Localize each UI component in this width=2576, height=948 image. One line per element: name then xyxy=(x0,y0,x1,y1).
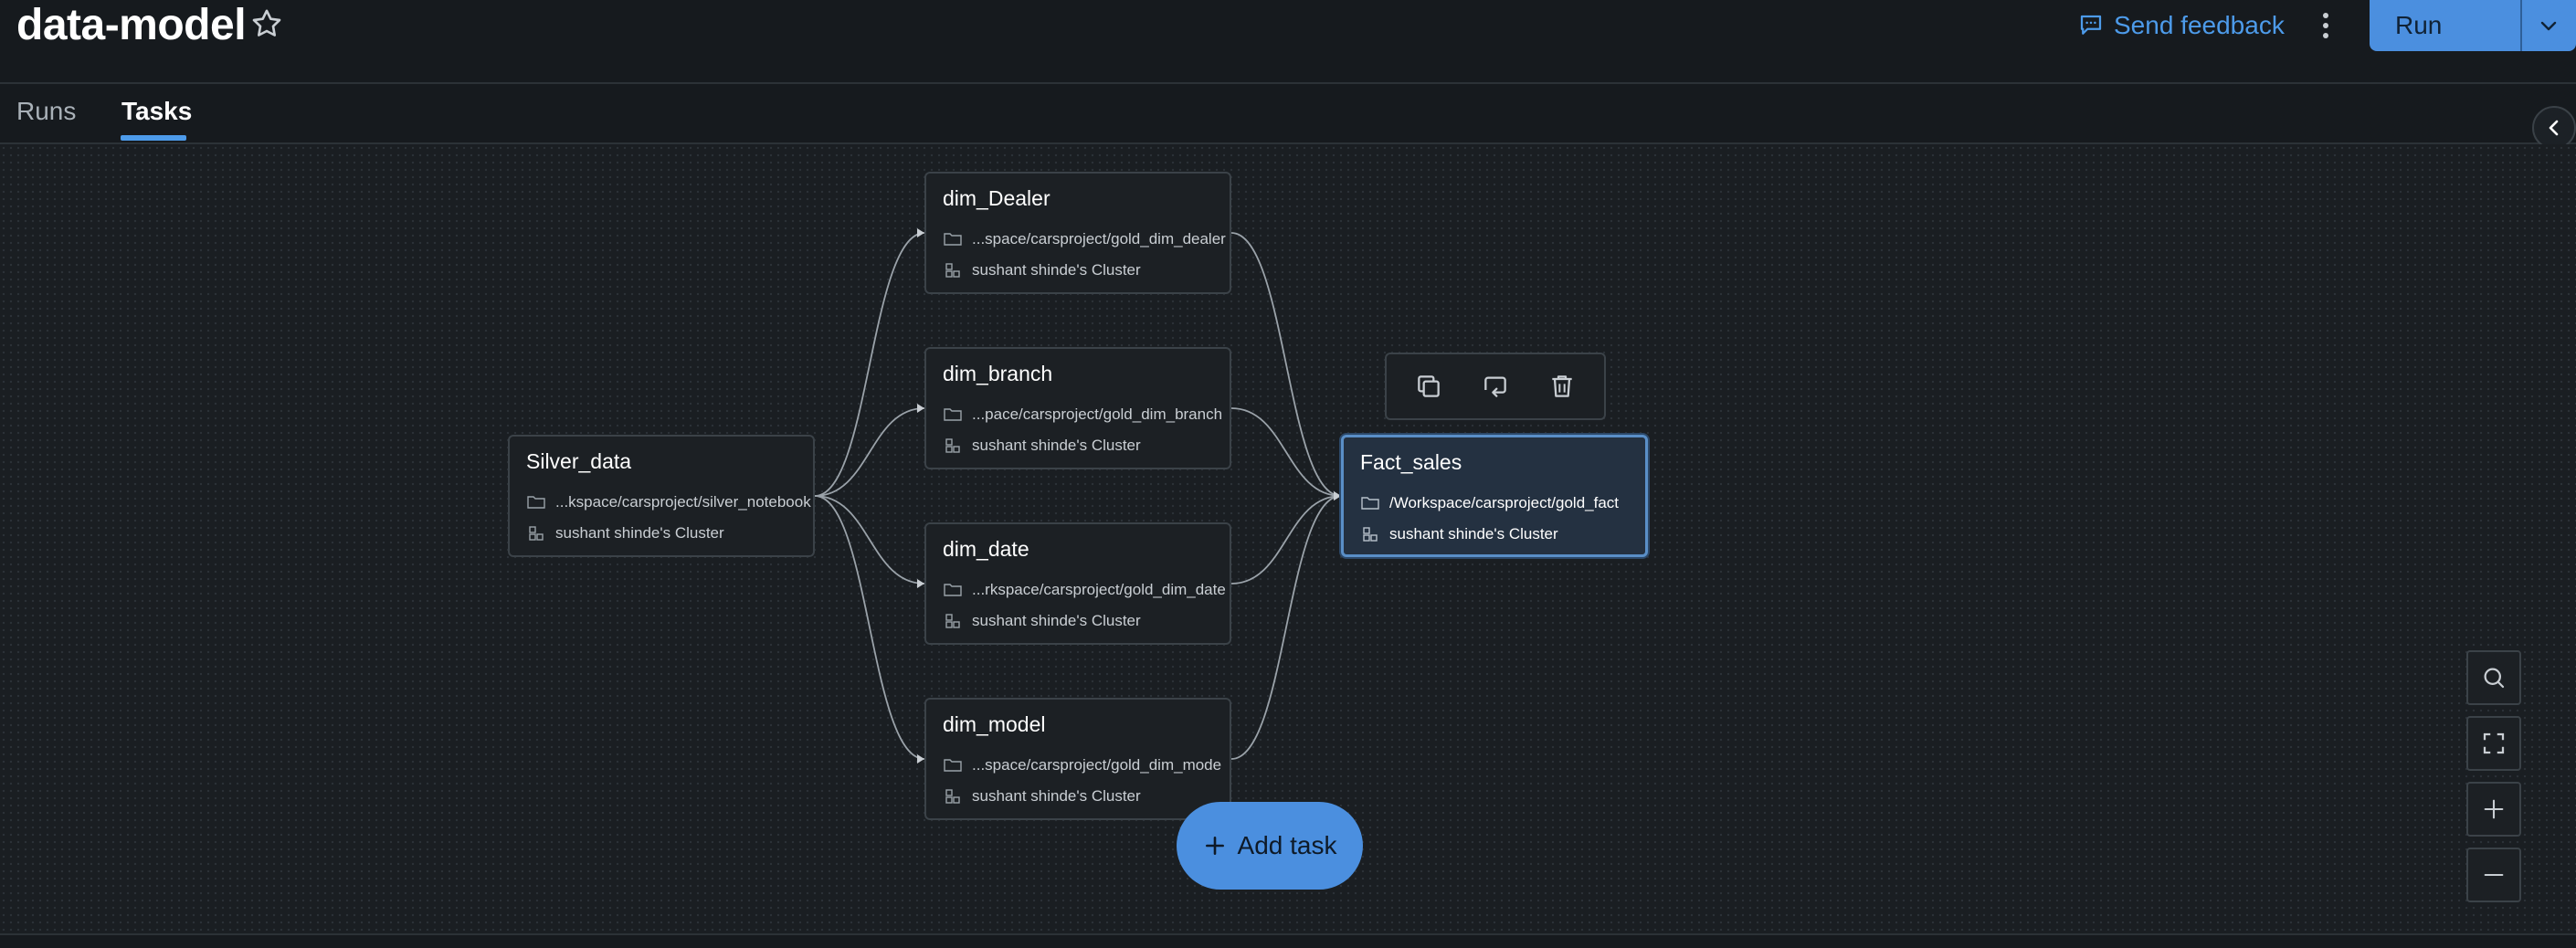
send-feedback-link[interactable]: Send feedback xyxy=(2077,5,2285,46)
task-node-silver-data[interactable]: Silver_data ...kspace/carsproject/silver… xyxy=(508,435,815,557)
task-cluster-text: sushant shinde's Cluster xyxy=(972,437,1141,454)
task-title: Fact_sales xyxy=(1360,450,1462,474)
task-cluster: sushant shinde's Cluster xyxy=(943,787,1141,806)
zoom-out-button[interactable] xyxy=(2466,848,2521,902)
folder-icon xyxy=(944,584,962,596)
task-cluster-text: sushant shinde's Cluster xyxy=(972,787,1141,805)
task-cluster-text: sushant shinde's Cluster xyxy=(972,612,1141,629)
folder-icon xyxy=(944,233,962,246)
run-options-button[interactable] xyxy=(2519,0,2576,51)
task-node-fact-sales[interactable]: Fact_sales /Workspace/carsproject/gold_f… xyxy=(1341,435,1648,557)
task-node-dim-model[interactable]: dim_model ...space/carsproject/gold_dim_… xyxy=(924,698,1231,820)
cluster-icon xyxy=(1363,527,1378,542)
task-node-dim-branch[interactable]: dim_branch ...pace/carsproject/gold_dim_… xyxy=(924,347,1231,469)
tab-bar: Runs Tasks xyxy=(0,84,2576,144)
task-node-dim-dealer[interactable]: dim_Dealer ...space/carsproject/gold_dim… xyxy=(924,172,1231,294)
task-cluster-text: sushant shinde's Cluster xyxy=(555,524,724,542)
cluster-icon xyxy=(945,614,960,628)
copy-icon xyxy=(1418,375,1441,397)
run-now-button[interactable]: Run now xyxy=(2370,0,2520,51)
active-tab-indicator xyxy=(121,135,186,141)
task-title: dim_branch xyxy=(943,362,1053,385)
task-title: dim_model xyxy=(943,712,1046,736)
chat-icon xyxy=(2080,15,2102,35)
task-path: ...pace/carsproject/gold_dim_branch xyxy=(943,406,1222,424)
task-path-text: ...rkspace/carsproject/gold_dim_date xyxy=(972,581,1226,598)
task-path: ...space/carsproject/gold_dim_dealer xyxy=(943,230,1226,248)
task-cluster: sushant shinde's Cluster xyxy=(943,612,1141,630)
task-title: dim_date xyxy=(943,537,1029,561)
more-options-button[interactable] xyxy=(2309,5,2342,46)
cluster-icon xyxy=(529,526,544,541)
task-cluster: sushant shinde's Cluster xyxy=(943,261,1141,279)
kebab-icon xyxy=(2323,13,2328,38)
task-title: dim_Dealer xyxy=(943,186,1050,210)
task-path-text: /Workspace/carsproject/gold_fact xyxy=(1389,494,1620,511)
task-cluster: sushant shinde's Cluster xyxy=(1360,525,1558,543)
cluster-icon xyxy=(945,438,960,453)
task-path: ...kspace/carsproject/silver_notebook xyxy=(526,493,811,511)
search-icon xyxy=(2484,668,2505,689)
folder-icon xyxy=(1361,497,1379,510)
task-cluster-text: sushant shinde's Cluster xyxy=(1389,525,1558,542)
cluster-icon xyxy=(945,263,960,278)
fit-view-button[interactable] xyxy=(2466,716,2521,771)
clone-task-button[interactable] xyxy=(1409,366,1449,406)
repair-task-button[interactable] xyxy=(1475,366,1515,406)
repair-icon xyxy=(1484,376,1506,397)
task-title: Silver_data xyxy=(526,449,632,473)
task-cluster: sushant shinde's Cluster xyxy=(943,437,1141,455)
trash-icon xyxy=(1551,375,1572,397)
zoom-in-icon xyxy=(2484,799,2504,819)
folder-icon xyxy=(527,496,545,509)
folder-icon xyxy=(944,408,962,421)
chevron-left-icon xyxy=(2549,120,2559,136)
cluster-icon xyxy=(945,789,960,804)
page-header: data-model Send feedback Run now xyxy=(0,0,2576,84)
collapse-panel-button[interactable] xyxy=(2532,106,2576,150)
zoom-in-button[interactable] xyxy=(2466,782,2521,837)
page-title: data-model xyxy=(16,1,247,49)
search-button[interactable] xyxy=(2466,650,2521,705)
task-cluster: sushant shinde's Cluster xyxy=(526,524,724,542)
task-path-text: ...space/carsproject/gold_dim_mode xyxy=(972,756,1222,774)
task-node-dim-date[interactable]: dim_date ...rkspace/carsproject/gold_dim… xyxy=(924,522,1231,645)
task-path: /Workspace/carsproject/gold_fact xyxy=(1360,494,1619,512)
zoom-out-icon xyxy=(2484,873,2504,877)
fit-view-icon xyxy=(2483,732,2505,754)
plus-icon xyxy=(1205,837,1224,855)
task-cluster-text: sushant shinde's Cluster xyxy=(972,261,1141,279)
tab-runs[interactable]: Runs xyxy=(16,97,76,126)
task-path-text: ...pace/carsproject/gold_dim_branch xyxy=(972,406,1223,423)
task-path-text: ...kspace/carsproject/silver_notebook xyxy=(555,493,811,511)
chevron-down-icon xyxy=(2541,21,2557,31)
send-feedback-label: Send feedback xyxy=(2114,11,2285,39)
folder-icon xyxy=(944,759,962,772)
add-task-button[interactable]: Add task xyxy=(1177,802,1363,890)
run-now-group: Run now xyxy=(2370,0,2576,51)
star-icon[interactable] xyxy=(248,5,285,42)
task-path: ...space/carsproject/gold_dim_mode xyxy=(943,756,1221,774)
tab-tasks[interactable]: Tasks xyxy=(121,97,192,126)
task-path-text: ...space/carsproject/gold_dim_dealer xyxy=(972,230,1226,248)
add-task-label: Add task xyxy=(1237,831,1337,859)
node-toolbar xyxy=(1385,353,1606,420)
task-path: ...rkspace/carsproject/gold_dim_date xyxy=(943,581,1226,599)
delete-task-button[interactable] xyxy=(1542,366,1582,406)
